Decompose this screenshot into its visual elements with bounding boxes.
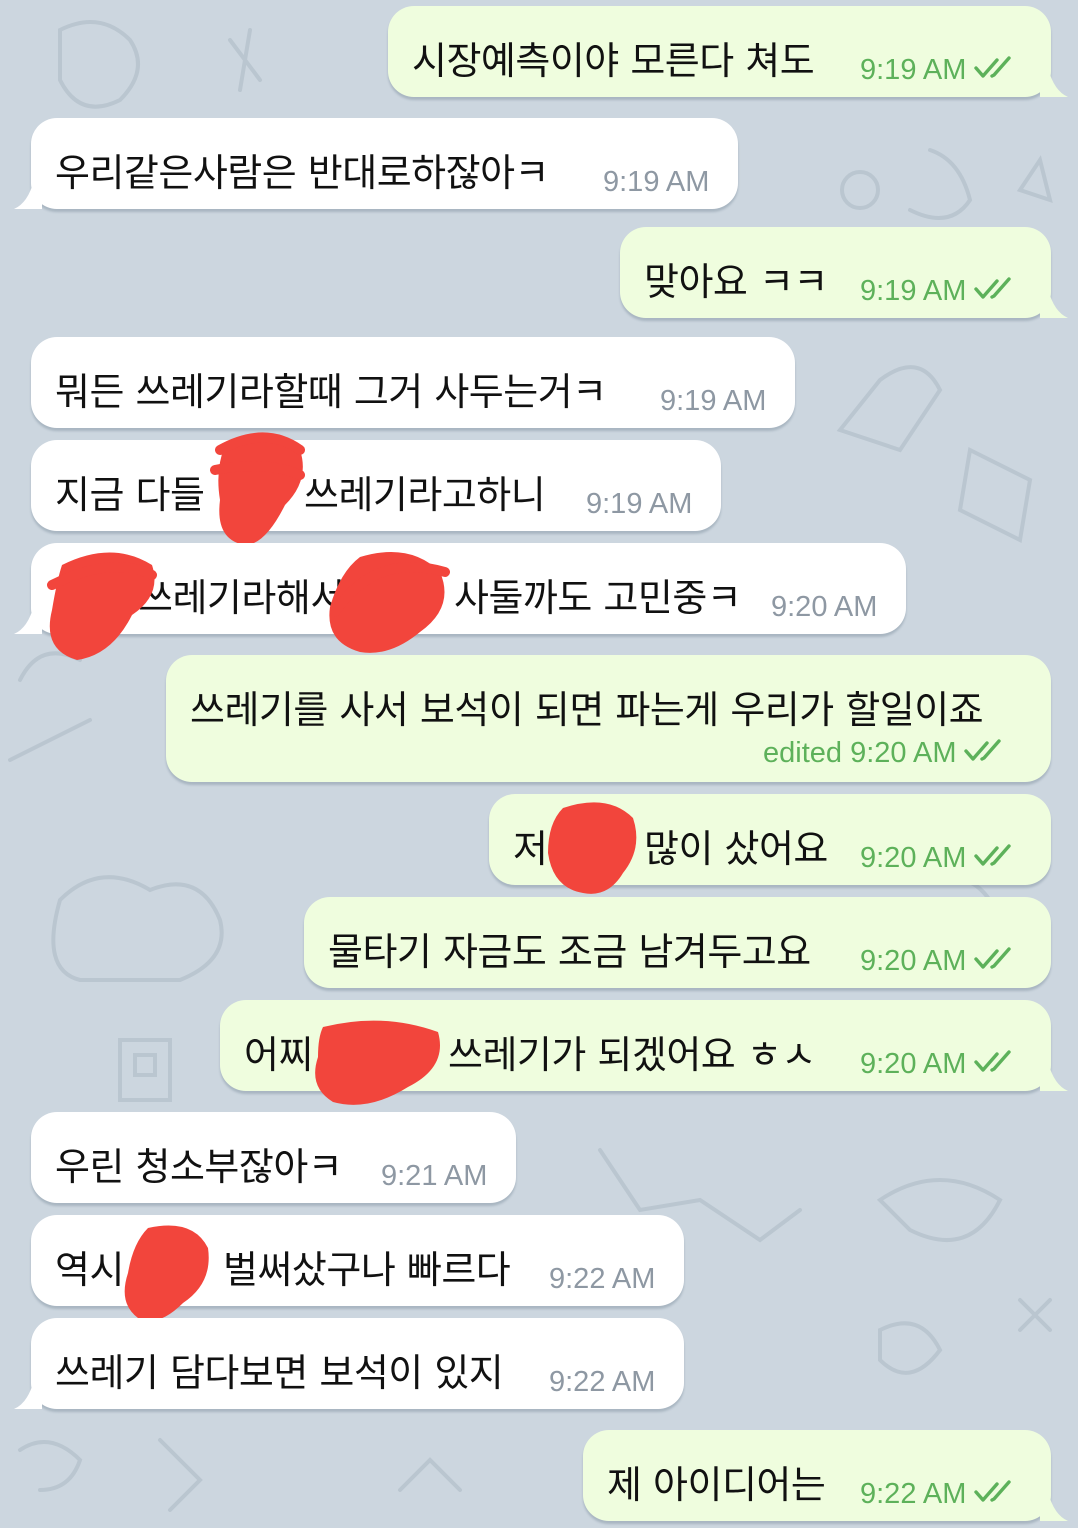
message-meta: 9:20 AM <box>860 945 1018 978</box>
redaction-scribble <box>548 802 637 894</box>
redaction-scribble <box>329 552 450 653</box>
double-check-icon <box>974 844 1012 866</box>
message-text-part: 쓰레기가 되겠어요 ㅎㅅ <box>448 1033 816 1077</box>
redaction-scribble <box>47 552 157 660</box>
bubble-tail <box>1040 289 1068 318</box>
message-incoming[interactable]: 지금 다들 쓰레기라고하니 9:19 AM <box>31 440 721 531</box>
message-outgoing[interactable]: 제 아이디어는 9:22 AM <box>583 1430 1051 1521</box>
message-text-part: 쓰레기라고하니 <box>304 473 546 517</box>
message-time: 9:20 AM <box>850 737 957 769</box>
message-text-part: 지금 다들 <box>55 473 205 517</box>
message-meta: 9:20 AM <box>860 842 1018 875</box>
message-text-part: 역시 <box>55 1248 124 1292</box>
message-time: 9:19 AM <box>603 166 710 198</box>
message-text: 우리같은사람은 반대로하잖아ㅋ <box>55 151 550 195</box>
message-time: 9:20 AM <box>771 591 878 623</box>
redaction-scribble <box>315 1020 440 1105</box>
message-text: 쓰레기를 사서 보석이 되면 파는게 우리가 할일이죠 <box>190 688 984 732</box>
message-meta: 9:19 AM <box>860 275 1018 308</box>
message-time: 9:19 AM <box>586 488 693 520</box>
message-time: 9:21 AM <box>381 1160 488 1192</box>
message-time: 9:20 AM <box>860 1048 967 1080</box>
message-text-part: 어찌 <box>244 1033 313 1077</box>
message-meta: 9:19 AM <box>860 54 1018 87</box>
message-text: 우린 청소부잖아ㅋ <box>55 1145 343 1189</box>
double-check-icon <box>974 947 1012 969</box>
message-meta: 9:20 AM <box>860 1048 1018 1081</box>
message-text: 시장예측이야 모른다 쳐도 <box>412 39 815 83</box>
message-incoming[interactable]: 우린 청소부잖아ㅋ 9:21 AM <box>31 1112 516 1203</box>
message-time: 9:22 AM <box>549 1366 656 1398</box>
bubble-tail <box>1040 68 1068 97</box>
message-text-part: 쓰레기라해서 <box>138 576 345 620</box>
message-outgoing[interactable]: 물타기 자금도 조금 남겨두고요 9:20 AM <box>304 897 1051 988</box>
message-text: 물타기 자금도 조금 남겨두고요 <box>328 930 811 974</box>
message-text-part: 벌써샀구나 빠르다 <box>223 1248 511 1292</box>
message-incoming[interactable]: 쓰레기라해서 사둘까도 고민중ㅋ 9:20 AM <box>31 543 906 634</box>
message-meta: 9:22 AM <box>860 1478 1018 1511</box>
message-text: 제 아이디어는 <box>607 1463 826 1507</box>
edited-label: edited <box>763 737 843 769</box>
bubble-tail <box>1040 1062 1068 1091</box>
double-check-icon <box>964 739 1002 761</box>
message-text: 쓰레기 담다보면 보석이 있지 <box>55 1351 504 1395</box>
double-check-icon <box>974 1050 1012 1072</box>
message-outgoing[interactable]: 시장예측이야 모른다 쳐도 9:19 AM <box>388 6 1051 97</box>
message-text-part: 많이 샀어요 <box>644 827 828 871</box>
message-time: 9:19 AM <box>660 385 767 417</box>
double-check-icon <box>974 56 1012 78</box>
message-text: 맞아요 ㅋㅋ <box>644 260 828 304</box>
redaction-scribble <box>210 432 305 545</box>
bubble-tail <box>1040 1492 1068 1521</box>
message-outgoing[interactable]: 쓰레기를 사서 보석이 되면 파는게 우리가 할일이죠 edited 9:20 … <box>166 655 1051 782</box>
message-time: 9:22 AM <box>860 1478 967 1510</box>
message-time: 9:20 AM <box>860 945 967 977</box>
message-incoming[interactable]: 우리같은사람은 반대로하잖아ㅋ 9:19 AM <box>31 118 738 209</box>
bubble-tail <box>14 180 42 209</box>
message-text: 뭐든 쓰레기라할때 그거 사두는거ㅋ <box>55 370 607 414</box>
message-time: 9:19 AM <box>860 275 967 307</box>
double-check-icon <box>974 1480 1012 1502</box>
message-text-part: 사둘까도 고민중ㅋ <box>454 576 742 620</box>
message-time: 9:20 AM <box>860 842 967 874</box>
message-time: 9:19 AM <box>860 54 967 86</box>
bubble-tail <box>14 1380 42 1409</box>
message-meta: edited 9:20 AM <box>763 737 1008 770</box>
message-time: 9:22 AM <box>549 1263 656 1295</box>
message-outgoing[interactable]: 맞아요 ㅋㅋ 9:19 AM <box>620 227 1051 318</box>
message-incoming[interactable]: 쓰레기 담다보면 보석이 있지 9:22 AM <box>31 1318 684 1409</box>
message-incoming[interactable]: 뭐든 쓰레기라할때 그거 사두는거ㅋ 9:19 AM <box>31 337 795 428</box>
redaction-scribble <box>124 1225 209 1321</box>
double-check-icon <box>974 277 1012 299</box>
